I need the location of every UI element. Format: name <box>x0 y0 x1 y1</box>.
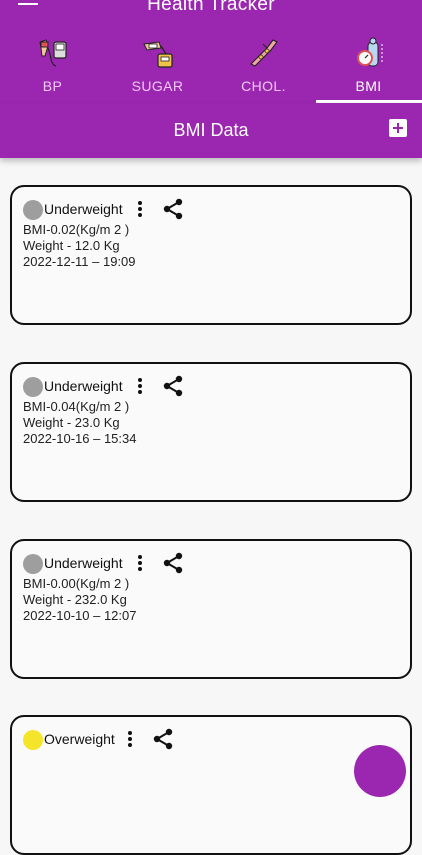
section-title: BMI Data <box>173 120 249 140</box>
weight-value: Weight - 23.0 Kg <box>23 415 120 430</box>
status-label: Overweight <box>44 731 115 747</box>
record-datetime: 2022-10-16 – 15:34 <box>23 431 137 446</box>
status-dot <box>23 200 43 220</box>
record-datetime: 2022-10-10 – 12:07 <box>23 608 137 623</box>
share-icon[interactable] <box>162 552 184 574</box>
app-bar: Health Tracker BP SUGAR CHOL. BMI <box>0 0 422 103</box>
status-label: Underweight <box>44 555 123 571</box>
share-icon[interactable] <box>152 728 174 750</box>
tab-label: BP <box>42 78 63 94</box>
tab-bmi[interactable]: BMI <box>316 32 421 103</box>
record-card[interactable]: Underweight BMI-0.04(Kg/m 2 ) Weight - 2… <box>10 362 412 502</box>
bmi-scale-icon <box>357 37 383 67</box>
tab-label: CHOL. <box>241 78 286 94</box>
status-dot <box>23 377 43 397</box>
floating-action-button[interactable] <box>354 745 406 797</box>
tab-label: BMI <box>355 78 382 94</box>
status-label: Underweight <box>44 378 123 394</box>
add-square-icon[interactable] <box>389 119 407 137</box>
weight-value: Weight - 232.0 Kg <box>23 592 127 607</box>
record-card[interactable]: Underweight BMI-0.02(Kg/m 2 ) Weight - 1… <box>10 185 412 325</box>
record-card[interactable]: Overweight <box>10 715 412 855</box>
glucose-meter-icon <box>143 41 173 68</box>
tab-bp[interactable]: BP <box>0 32 105 103</box>
cholesterol-icon <box>250 39 278 67</box>
section-header: BMI Data <box>0 103 422 158</box>
bmi-value: BMI-0.00(Kg/m 2 ) <box>23 576 130 591</box>
status-label: Underweight <box>44 201 123 217</box>
tab-cholesterol[interactable]: CHOL. <box>211 32 316 103</box>
status-dot <box>23 730 43 750</box>
more-options-icon[interactable] <box>127 730 133 748</box>
bmi-value: BMI-0.04(Kg/m 2 ) <box>23 399 130 414</box>
tab-sugar[interactable]: SUGAR <box>105 32 210 103</box>
more-options-icon[interactable] <box>137 200 143 218</box>
tab-label: SUGAR <box>131 78 184 94</box>
weight-value: Weight - 12.0 Kg <box>23 238 120 253</box>
record-card[interactable]: Underweight BMI-0.00(Kg/m 2 ) Weight - 2… <box>10 539 412 679</box>
more-options-icon[interactable] <box>137 554 143 572</box>
share-icon[interactable] <box>162 198 184 220</box>
blood-pressure-icon <box>39 39 67 67</box>
bmi-value: BMI-0.02(Kg/m 2 ) <box>23 222 130 237</box>
record-datetime: 2022-12-11 – 19:09 <box>23 254 136 269</box>
more-options-icon[interactable] <box>137 377 143 395</box>
app-title: Health Tracker <box>147 0 275 15</box>
share-icon[interactable] <box>162 375 184 397</box>
status-dot <box>23 554 43 574</box>
